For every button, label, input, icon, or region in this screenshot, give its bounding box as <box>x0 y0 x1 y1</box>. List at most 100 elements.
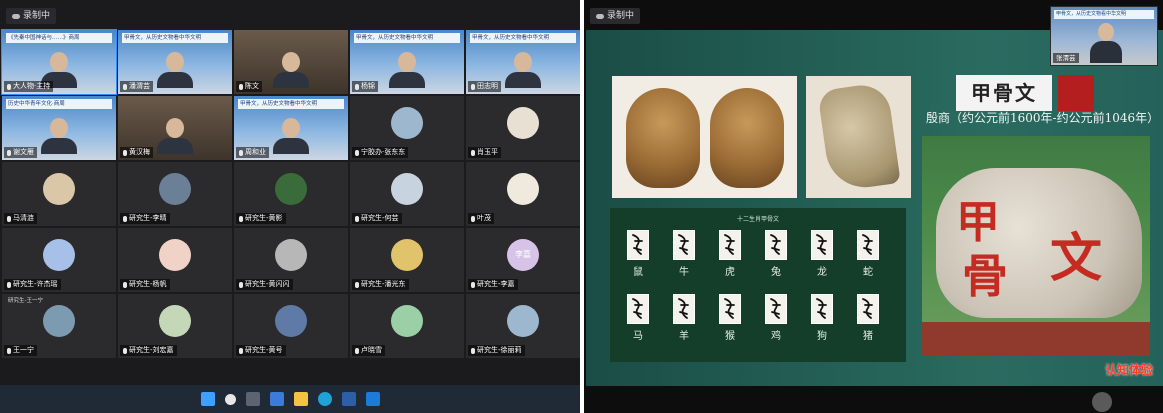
participant-avatar <box>391 107 423 139</box>
participant-name: 研究生-许杰瑶 <box>13 280 58 288</box>
speaker-banner: 甲骨文，从历史文物看中华文明 <box>1054 10 1154 19</box>
zodiac-label: 龙 <box>817 267 827 278</box>
microphone-icon <box>7 281 11 288</box>
presentation-slide: 甲骨文 殷商（约公元前1600年-约公元前1046年） 十二生肖甲骨文 鼠 牛 虎 兔… <box>586 30 1163 386</box>
participant-video-tile[interactable]: 《先秦中国神话与……》商周 大人物·主持 <box>1 29 117 95</box>
microphone-icon <box>471 215 475 222</box>
participant-avatar-tile[interactable]: 叶茂 <box>466 162 580 226</box>
participant-video-tile[interactable]: 甲骨文，从历史文物看中华文明 潘渭芸 <box>118 30 232 94</box>
oracle-glyph-icon <box>765 230 787 260</box>
microphone-icon <box>355 83 359 90</box>
speaker-nametag: 张渭芸 <box>1053 53 1079 63</box>
edge-browser-icon[interactable] <box>317 392 332 406</box>
microphone-icon <box>7 215 11 222</box>
widgets-icon[interactable] <box>269 392 284 406</box>
participant-avatar-tile[interactable]: 研究生-王一宁 王一宁 <box>2 294 116 358</box>
participant-avatar-tile[interactable]: 卢晓雪 <box>350 294 464 358</box>
participant-avatar <box>507 107 539 139</box>
participant-figure <box>157 52 193 88</box>
participant-name: 叶茂 <box>477 214 491 222</box>
microphone-icon <box>471 149 475 156</box>
microphone-icon <box>355 149 359 156</box>
participant-avatar-tile[interactable]: 研究生-刘宏嘉 <box>118 294 232 358</box>
participant-avatar <box>159 239 191 271</box>
participant-video-tile[interactable]: 甲骨文，从历史文物看中华文明 周和业 <box>234 96 348 160</box>
participant-name: 陈文 <box>245 82 259 90</box>
participant-nametag: 黄汉梅 <box>120 147 153 158</box>
participant-avatar-tile[interactable]: 研究生-黄闪闪 <box>234 228 348 292</box>
participant-avatar-tile[interactable]: 研究生-潘光东 <box>350 228 464 292</box>
slide-title-accent <box>1058 75 1094 111</box>
participant-name: 大人物·主持 <box>13 82 51 90</box>
participant-name: 王一宁 <box>13 346 34 354</box>
task-view-icon[interactable] <box>245 392 260 406</box>
microphone-icon <box>239 215 243 222</box>
participant-figure <box>41 118 77 154</box>
participant-name: 周和业 <box>245 148 266 156</box>
zodiac-item: 蛇 <box>852 230 884 278</box>
microphone-icon <box>239 281 243 288</box>
recording-label-right: 录制中 <box>607 11 635 21</box>
speaker-video-thumbnail[interactable]: 甲骨文，从历史文物看中华文明 张渭芸 <box>1050 6 1158 66</box>
participant-nametag: 研究生-黄影 <box>236 213 286 224</box>
recording-indicator[interactable]: 录制中 <box>6 8 57 24</box>
file-explorer-icon[interactable] <box>293 392 308 406</box>
participant-name: 研究生-黄影 <box>245 214 283 222</box>
watermark: 认知体验 <box>1104 363 1153 377</box>
participant-video-tile[interactable]: 甲骨文，从历史文物看中华文明 田志明 <box>466 30 580 94</box>
cloud-icon <box>596 13 604 19</box>
zodiac-glyph-panel: 十二生肖甲骨文 鼠 牛 虎 兔 龙 蛇马 羊 猴 鸡 狗 猪 <box>610 208 906 362</box>
virtual-background-banner: 甲骨文，从历史文物看中华文明 <box>354 33 460 43</box>
participant-nametag: 研究生-黄闪闪 <box>236 279 293 290</box>
participant-avatar <box>43 239 75 271</box>
participant-avatar-tile[interactable]: 研究生-杨帆 <box>118 228 232 292</box>
participant-figure <box>505 52 541 88</box>
zodiac-item: 猪 <box>852 294 884 342</box>
zodiac-item: 牛 <box>668 230 700 278</box>
microphone-icon <box>355 215 359 222</box>
participant-avatar-tile[interactable]: 研究生-许杰瑶 <box>2 228 116 292</box>
participant-nametag: 研究生-杨帆 <box>120 279 170 290</box>
participant-video-tile[interactable]: 黄汉梅 <box>118 96 232 160</box>
participant-nametag: 研究生-何芸 <box>352 213 402 224</box>
participant-name: 黄汉梅 <box>129 148 150 156</box>
participant-nametag: 叶茂 <box>468 213 494 224</box>
participant-avatar-tile[interactable]: 肖玉平 <box>466 96 580 160</box>
stone-char: 骨 <box>962 249 1008 303</box>
zodiac-label: 狗 <box>817 331 827 342</box>
search-icon[interactable] <box>224 393 236 405</box>
participant-video-tile[interactable]: 历史中华青年文化·商周 谢文雁 <box>2 96 116 160</box>
participant-name: 卢晓雪 <box>361 346 382 354</box>
participant-avatar <box>275 305 307 337</box>
participant-name: 田志明 <box>477 82 498 90</box>
participant-avatar-tile[interactable]: 研究生-何芸 <box>350 162 464 226</box>
store-icon[interactable] <box>341 392 356 406</box>
oracle-glyph-icon <box>765 294 787 324</box>
participant-avatar: 李嘉 <box>507 239 539 271</box>
participant-avatar-tile[interactable]: 李嘉 研究生-李嘉 <box>466 228 580 292</box>
participant-avatar-tile[interactable]: 研究生-徐丽莉 <box>466 294 580 358</box>
zodiac-item: 羊 <box>668 294 700 342</box>
participant-nametag: 肖玉平 <box>468 147 501 158</box>
recording-indicator-right[interactable]: 录制中 <box>590 8 641 24</box>
zodiac-item: 猴 <box>714 294 746 342</box>
zodiac-label: 兔 <box>771 267 781 278</box>
participant-video-tile[interactable]: 甲骨文，从历史文物看中华文明 杨锦 <box>350 30 464 94</box>
participant-nametag: 研究生-许杰瑶 <box>4 279 61 290</box>
participant-name: 研究生-潘光东 <box>361 280 406 288</box>
participant-avatar-tile[interactable]: 马清涟 <box>2 162 116 226</box>
windows-start-icon[interactable] <box>200 392 215 406</box>
participant-avatar-tile[interactable]: 研究生-黄号 <box>234 294 348 358</box>
user-avatar[interactable] <box>1092 392 1112 412</box>
zodiac-label: 羊 <box>679 331 689 342</box>
meeting-app-icon[interactable] <box>365 392 380 406</box>
zodiac-label: 猪 <box>863 331 873 342</box>
participant-video-tile[interactable]: 陈文 <box>234 30 348 94</box>
participant-avatar-tile[interactable]: 研究生-黄影 <box>234 162 348 226</box>
microphone-icon <box>471 347 475 354</box>
participant-avatar <box>507 173 539 205</box>
participant-name: 研究生-杨帆 <box>129 280 167 288</box>
participant-figure <box>273 118 309 154</box>
participant-avatar-tile[interactable]: 研究生-李晴 <box>118 162 232 226</box>
participant-avatar-tile[interactable]: 宁胶办·张东东 <box>350 96 464 160</box>
